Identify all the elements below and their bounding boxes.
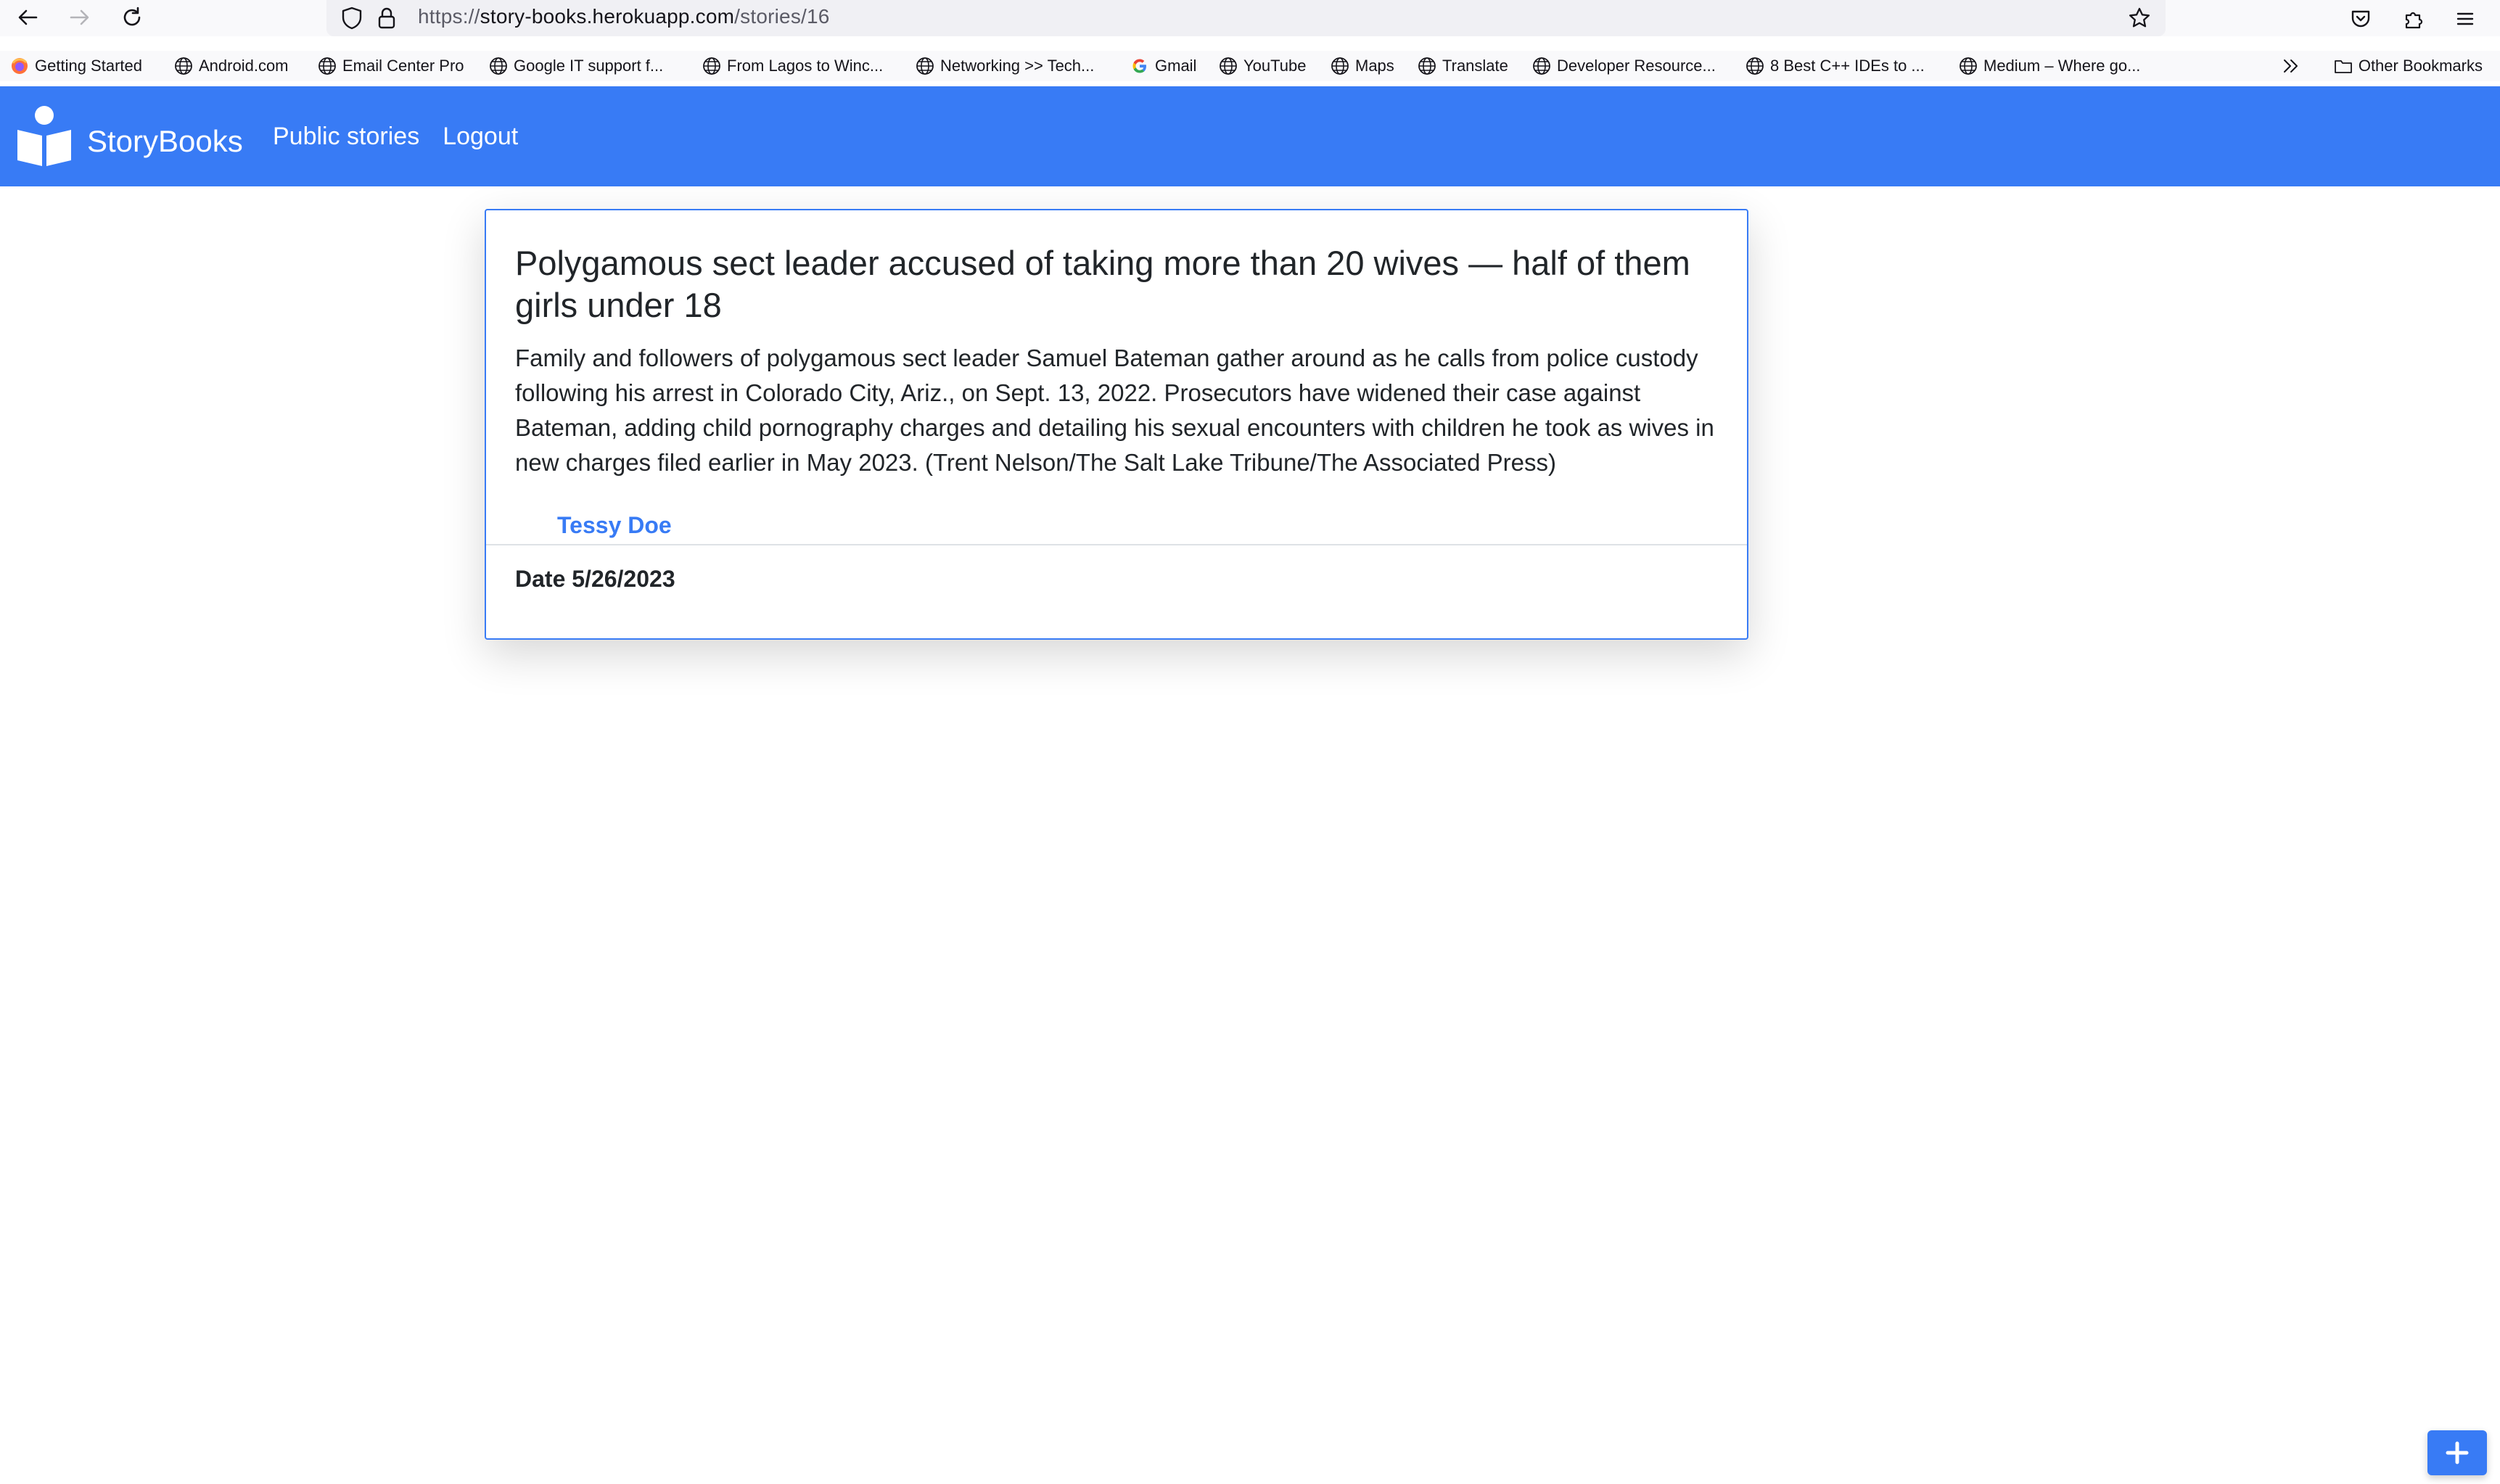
bookmark-item[interactable]: Google IT support f... <box>489 54 663 78</box>
story-card: Polygamous sect leader accused of taking… <box>485 209 1748 640</box>
story-body: Family and followers of polygamous sect … <box>515 345 1714 476</box>
reload-icon <box>123 7 141 26</box>
card-divider <box>486 544 1747 545</box>
add-story-button[interactable] <box>2427 1430 2487 1475</box>
url-scheme: https:// <box>418 5 480 28</box>
bookmark-item[interactable]: Email Center Pro <box>318 54 464 78</box>
reload-button[interactable] <box>112 0 152 35</box>
back-button[interactable] <box>7 0 48 35</box>
bookmark-label: Getting Started <box>35 57 142 75</box>
bookmark-item[interactable]: Medium – Where go... <box>1959 54 2140 78</box>
bookmark-label: Developer Resource... <box>1557 57 1716 75</box>
bookmark-item[interactable]: Developer Resource... <box>1532 54 1716 78</box>
globe-icon <box>703 57 720 75</box>
globe-icon <box>318 57 336 75</box>
bookmark-item[interactable]: Android.com <box>174 54 289 78</box>
bookmark-label: Translate <box>1442 57 1508 75</box>
url-host: story-books.herokuapp.com <box>480 5 735 28</box>
google-icon <box>1132 59 1146 73</box>
site-navbar: StoryBooks Public stories Logout <box>0 86 2500 186</box>
arrow-left-icon <box>18 9 38 25</box>
bookmark-label: 8 Best C++ IDEs to ... <box>1770 57 1925 75</box>
url-path: /stories/16 <box>734 5 830 28</box>
globe-icon <box>1418 57 1436 75</box>
bookmark-item[interactable]: Gmail <box>1130 54 1196 78</box>
brand-link[interactable]: StoryBooks <box>15 105 243 168</box>
browser-toolbar: https://story-books.herokuapp.com/storie… <box>0 0 2500 36</box>
arrow-right-icon <box>70 9 89 25</box>
bookmark-label: Medium – Where go... <box>1983 57 2141 75</box>
bookmark-item[interactable]: Translate <box>1418 54 1508 78</box>
bookmark-label: Maps <box>1355 57 1394 75</box>
double-chevron-right-icon <box>2284 59 2298 73</box>
bookmark-label: Google IT support f... <box>514 57 664 75</box>
menu-icon[interactable] <box>2451 4 2480 33</box>
globe-icon <box>916 57 934 75</box>
story-title: Polygamous sect leader accused of taking… <box>515 244 1690 324</box>
nav-links: Public stories Logout <box>273 86 541 186</box>
more-bookmarks-button[interactable] <box>2281 54 2301 78</box>
story-date: Date 5/26/2023 <box>515 566 675 592</box>
address-bar[interactable]: https://story-books.herokuapp.com/storie… <box>326 0 2166 36</box>
globe-icon <box>490 57 507 75</box>
bookmark-item[interactable]: YouTube <box>1219 54 1306 78</box>
bookmark-item[interactable]: 8 Best C++ IDEs to ... <box>1746 54 1925 78</box>
folder-icon <box>2334 60 2352 73</box>
other-bookmarks-folder[interactable]: Other Bookmarks <box>2334 54 2483 78</box>
nav-link-logout[interactable]: Logout <box>443 123 518 151</box>
brand-name: StoryBooks <box>87 124 243 158</box>
globe-icon <box>1533 57 1550 75</box>
bookmark-item[interactable]: From Lagos to Winc... <box>702 54 883 78</box>
globe-icon <box>175 57 192 75</box>
nav-link-public-stories[interactable]: Public stories <box>273 123 419 151</box>
bookmark-item[interactable]: Getting Started <box>10 54 142 78</box>
plus-icon <box>2446 1441 2469 1464</box>
shield-icon[interactable] <box>340 6 364 30</box>
globe-icon <box>1331 57 1349 75</box>
lock-icon[interactable] <box>374 6 399 30</box>
bookmark-label: From Lagos to Winc... <box>727 57 884 75</box>
globe-icon <box>1746 57 1764 75</box>
bookmarks-bar: Getting Started Android.com Email Center… <box>0 51 2500 81</box>
bookmark-label: Android.com <box>199 57 289 75</box>
extensions-icon[interactable] <box>2398 4 2427 33</box>
bookmark-star-icon[interactable] <box>2127 6 2152 30</box>
bookmark-item[interactable]: Maps <box>1331 54 1394 78</box>
bookmark-label: Gmail <box>1155 57 1197 75</box>
bookmark-label: Networking >> Tech... <box>940 57 1095 75</box>
bookmark-label: Email Center Pro <box>342 57 464 75</box>
globe-icon <box>1220 57 1237 75</box>
story-author-link[interactable]: Tessy Doe <box>557 512 672 539</box>
globe-icon <box>1960 57 1977 75</box>
firefox-icon <box>12 58 28 74</box>
url-text[interactable]: https://story-books.herokuapp.com/storie… <box>418 5 830 28</box>
other-bookmarks-label: Other Bookmarks <box>2358 57 2483 75</box>
bookmark-item[interactable]: Networking >> Tech... <box>916 54 1094 78</box>
book-reader-icon <box>17 106 71 166</box>
bookmark-label: YouTube <box>1243 57 1307 75</box>
pocket-icon[interactable] <box>2346 4 2375 33</box>
forward-button[interactable] <box>59 0 100 35</box>
